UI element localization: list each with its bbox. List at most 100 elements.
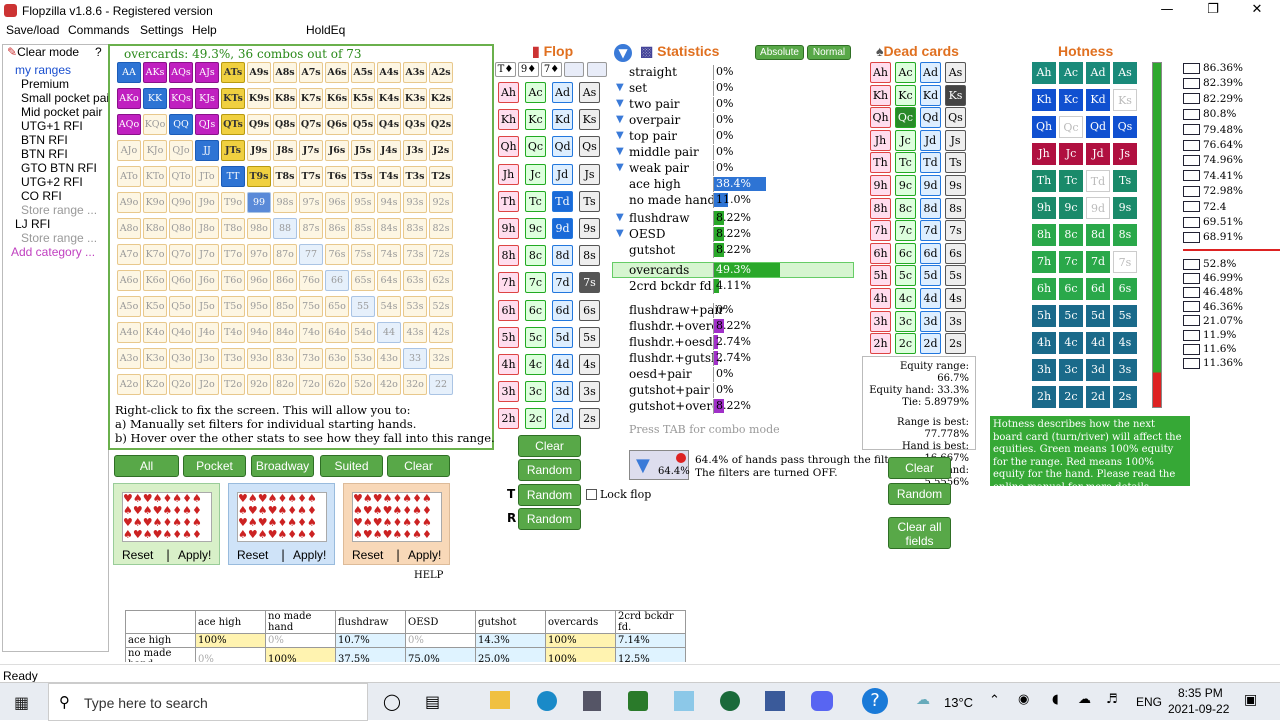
dead-card-Ks[interactable]: Ks xyxy=(945,84,966,106)
flop-card-3d[interactable]: 3d xyxy=(552,381,573,403)
hotness-card-5c[interactable]: 5c xyxy=(1059,305,1083,327)
dead-card-4c[interactable]: 4c xyxy=(895,288,916,309)
dead-card-2s[interactable]: 2s xyxy=(945,333,966,355)
dead-card-9c[interactable]: 9c xyxy=(895,175,916,196)
hotness-card-Jc[interactable]: Jc xyxy=(1059,143,1083,165)
grid-clear-button[interactable]: Clear xyxy=(387,455,450,477)
hand-cell-72o[interactable]: 72o xyxy=(299,374,323,395)
hotness-card-Ad[interactable]: Ad xyxy=(1086,62,1110,84)
hotness-list-item[interactable]: 21.07% xyxy=(1183,315,1243,327)
hand-cell-Q5o[interactable]: Q5o xyxy=(169,296,193,317)
broadway-button[interactable]: Broadway xyxy=(251,455,314,477)
hand-cell-QJo[interactable]: QJo xyxy=(169,140,193,161)
hotness-card-7h[interactable]: 7h xyxy=(1032,251,1056,273)
flop-card-9d[interactable]: 9d xyxy=(552,218,573,239)
hotness-card-5d[interactable]: 5d xyxy=(1086,305,1110,327)
hand-cell-Q7s[interactable]: Q7s xyxy=(299,114,323,135)
dead-card-7d[interactable]: 7d xyxy=(920,220,941,242)
all-button[interactable]: All xyxy=(114,455,179,477)
flop-card-2h[interactable]: 2h xyxy=(498,408,519,430)
hand-cell-K5s[interactable]: K5s xyxy=(351,88,375,109)
hotness-card-Qd[interactable]: Qd xyxy=(1086,116,1110,138)
maximize-button[interactable]: ❐ xyxy=(1190,2,1236,20)
hand-cell-K4s[interactable]: K4s xyxy=(377,88,401,109)
hotness-list-item[interactable]: 46.48% xyxy=(1183,286,1243,298)
hand-cell-93o[interactable]: 93o xyxy=(247,348,271,369)
dead-card-9h[interactable]: 9h xyxy=(870,175,891,196)
hand-cell-K5o[interactable]: K5o xyxy=(143,296,167,317)
preset-reset[interactable]: Reset xyxy=(352,548,383,562)
dead-card-5c[interactable]: 5c xyxy=(895,265,916,287)
hand-cell-44[interactable]: 44 xyxy=(377,322,401,343)
dead-card-6d[interactable]: 6d xyxy=(920,242,941,264)
hand-cell-86o[interactable]: 86o xyxy=(273,270,297,291)
flop-card-9h[interactable]: 9h xyxy=(498,218,519,239)
help-q[interactable]: ? xyxy=(95,45,102,59)
hotness-list-item[interactable]: 46.36% xyxy=(1183,301,1243,313)
hand-cell-95s[interactable]: 95s xyxy=(351,192,375,213)
flop-card-4c[interactable]: 4c xyxy=(525,354,546,375)
hand-cell-J2o[interactable]: J2o xyxy=(195,374,219,395)
hotness-card-3h[interactable]: 3h xyxy=(1032,359,1056,381)
dead-card-Qd[interactable]: Qd xyxy=(920,107,941,129)
hand-cell-84s[interactable]: 84s xyxy=(377,218,401,239)
hand-cell-Q8s[interactable]: Q8s xyxy=(273,114,297,135)
hotness-card-3c[interactable]: 3c xyxy=(1059,359,1083,381)
pocket-button[interactable]: Pocket xyxy=(183,455,246,477)
stat-label[interactable]: two pair xyxy=(629,97,680,111)
hand-cell-K2s[interactable]: K2s xyxy=(429,88,453,109)
hand-cell-98o[interactable]: 98o xyxy=(247,218,271,239)
dead-card-8d[interactable]: 8d xyxy=(920,197,941,219)
flop-card-5h[interactable]: 5h xyxy=(498,326,519,348)
dead-card-Ac[interactable]: Ac xyxy=(895,62,916,83)
flop-random-button[interactable]: Random xyxy=(518,459,581,481)
flop-card-Qd[interactable]: Qd xyxy=(552,136,573,158)
hand-cell-J6s[interactable]: J6s xyxy=(325,140,349,161)
hand-cell-T5s[interactable]: T5s xyxy=(351,166,375,187)
hotness-list-item[interactable]: 74.96% xyxy=(1183,154,1243,166)
flop-card-Ts[interactable]: Ts xyxy=(579,190,600,212)
menu-holdeq[interactable]: HoldEq xyxy=(306,23,345,37)
flop-card-Qc[interactable]: Qc xyxy=(525,136,546,158)
filter-icon[interactable]: ▼ xyxy=(614,44,632,62)
hotness-list-item[interactable]: 82.39% xyxy=(1183,77,1243,89)
hand-cell-AKo[interactable]: AKo xyxy=(117,88,141,109)
tree-item[interactable]: UTG+2 RFI xyxy=(21,175,83,189)
hand-cell-J3s[interactable]: J3s xyxy=(403,140,427,161)
hotness-list-item[interactable]: 69.51% xyxy=(1183,216,1243,228)
hand-cell-J2s[interactable]: J2s xyxy=(429,140,453,161)
hotness-card-Kc[interactable]: Kc xyxy=(1059,89,1083,111)
hand-cell-93s[interactable]: 93s xyxy=(403,192,427,213)
hand-cell-92o[interactable]: 92o xyxy=(247,374,271,395)
dead-card-Js[interactable]: Js xyxy=(945,129,966,151)
dead-card-8c[interactable]: 8c xyxy=(895,197,916,219)
dead-card-3h[interactable]: 3h xyxy=(870,310,891,332)
stat-label[interactable]: flushdr.+gutsh. xyxy=(629,351,723,365)
stat-label[interactable]: gutshot+overc. xyxy=(629,399,723,413)
hand-cell-T9s[interactable]: T9s xyxy=(247,166,271,187)
hand-cell-33[interactable]: 33 xyxy=(403,348,427,369)
dead-card-8h[interactable]: 8h xyxy=(870,197,891,219)
hand-cell-54o[interactable]: 54o xyxy=(351,322,375,343)
hand-cell-T8s[interactable]: T8s xyxy=(273,166,297,187)
hand-cell-94o[interactable]: 94o xyxy=(247,322,271,343)
hand-cell-JJ[interactable]: JJ xyxy=(195,140,219,161)
hand-cell-K8o[interactable]: K8o xyxy=(143,218,167,239)
hand-cell-75o[interactable]: 75o xyxy=(299,296,323,317)
hand-cell-Q9o[interactable]: Q9o xyxy=(169,192,193,213)
hotness-card-5h[interactable]: 5h xyxy=(1032,305,1056,327)
hand-cell-K7s[interactable]: K7s xyxy=(299,88,323,109)
dead-random-button[interactable]: Random xyxy=(888,483,951,505)
dead-card-Qc[interactable]: Qc xyxy=(895,107,916,129)
dead-card-6c[interactable]: 6c xyxy=(895,242,916,264)
hand-cell-K6o[interactable]: K6o xyxy=(143,270,167,291)
preset-2[interactable]: ♥♠♥♠♦♠♦♠ ♠♥♠♥♠♦♠♦ ♥♠♥♠♦♠♦♠ ♠♥♠♥♠♦♠♦ Reset |… xyxy=(228,483,335,565)
hand-cell-AA[interactable]: AA xyxy=(117,62,141,83)
hand-cell-42s[interactable]: 42s xyxy=(429,322,453,343)
hand-cell-Q2o[interactable]: Q2o xyxy=(169,374,193,395)
app-icon-2[interactable] xyxy=(674,691,694,711)
filter-icon[interactable]: ▼ xyxy=(616,162,624,173)
dead-clear-button[interactable]: Clear xyxy=(888,457,951,479)
flop-card-Td[interactable]: Td xyxy=(552,190,573,212)
hand-cell-J7o[interactable]: J7o xyxy=(195,244,219,265)
